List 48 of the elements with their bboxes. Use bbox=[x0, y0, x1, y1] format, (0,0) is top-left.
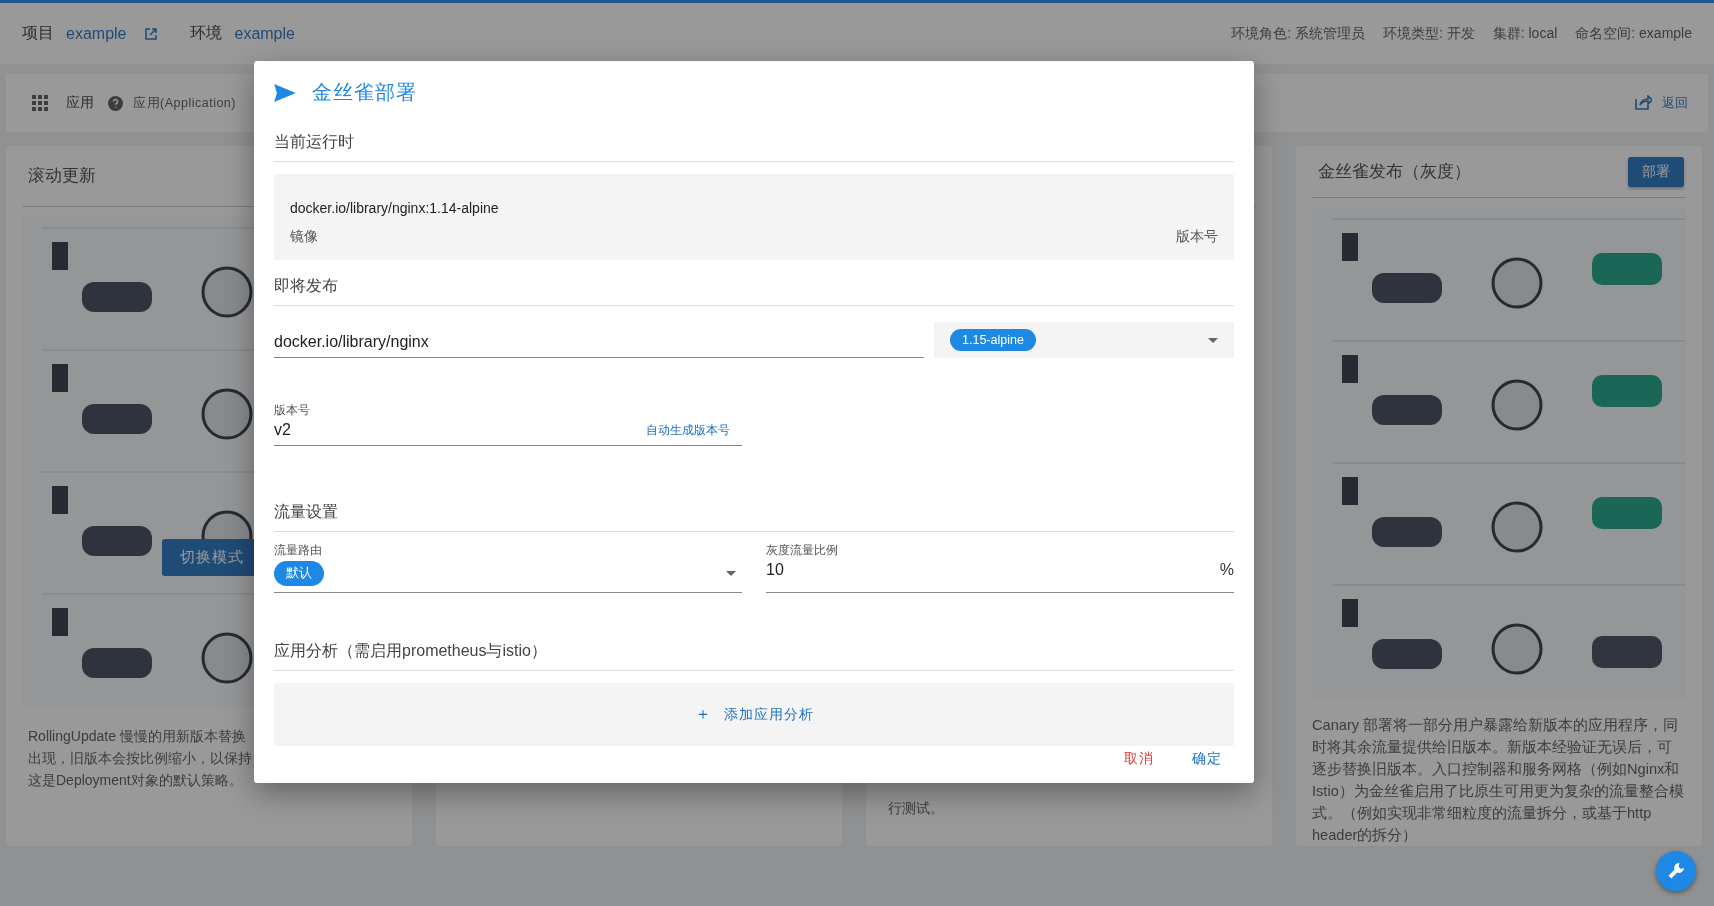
caret-icon bbox=[1208, 337, 1218, 343]
environment-info: 环境角色: 系统管理员 bbox=[1231, 24, 1365, 43]
app-title: 应用 bbox=[66, 94, 94, 112]
version-field[interactable]: 版本号 v2 自动生成版本号 bbox=[274, 402, 742, 446]
card-description: RollingUpdate 慢慢的用新版本替换 bbox=[28, 727, 247, 746]
help-text: 应用(Application) bbox=[133, 94, 236, 112]
environment-info: 环境类型: 开发 bbox=[1382, 24, 1475, 43]
environment-info: 集群: local bbox=[1492, 24, 1558, 43]
send-icon bbox=[274, 83, 296, 102]
section-heading: 当前运行时 bbox=[274, 120, 1234, 162]
card-description: 行测试。 bbox=[888, 799, 945, 818]
environment-link[interactable]: example bbox=[234, 24, 295, 43]
card-description: 这是Deployment对象的默认策略。 bbox=[28, 771, 244, 790]
tag-chip: 1.15-alpine bbox=[950, 329, 1036, 351]
cancel-button[interactable]: 取消 bbox=[1118, 746, 1160, 772]
external-link-icon[interactable] bbox=[144, 26, 159, 41]
confirm-button[interactable]: 确定 bbox=[1186, 746, 1228, 772]
version-label: 版本号 bbox=[1176, 228, 1218, 246]
section-heading: 流量设置 bbox=[274, 490, 1234, 532]
percent-suffix: % bbox=[1219, 561, 1234, 579]
share-icon[interactable] bbox=[1634, 95, 1652, 111]
image-input[interactable]: docker.io/library/nginx bbox=[274, 327, 924, 358]
route-select[interactable]: 流量路由 默认 bbox=[274, 542, 742, 593]
project-link[interactable]: example bbox=[66, 24, 127, 43]
image-name: docker.io/library/nginx:1.14-alpine bbox=[290, 200, 500, 216]
ratio-field[interactable]: 灰度流量比例 10 % bbox=[766, 542, 1234, 593]
wrench-icon bbox=[1666, 861, 1686, 881]
environment-label: 环境 bbox=[190, 23, 223, 43]
wrench-button[interactable] bbox=[1656, 851, 1696, 891]
auto-version-link[interactable]: 自动生成版本号 bbox=[646, 421, 730, 439]
card-description: Canary 部署将一部分用户暴露给新版本的应用程序，同时将其余流量提供给旧版本。新版本经验证无误后，可逐步替换旧版本。入口控制器和服务网格（例如Nginx和Istio）为金丝雀启用了比原生可用更为复杂的流量整合模式。（例如实现非常细粒度的流量拆分，或基于http header的拆分） bbox=[1312, 716, 1685, 845]
card-title: 金丝雀发布（灰度） bbox=[1318, 160, 1471, 182]
caret-icon bbox=[726, 571, 736, 576]
section-heading: 即将发布 bbox=[274, 264, 1234, 306]
tag-select[interactable]: 1.15-alpine bbox=[934, 322, 1234, 358]
image-label: 镜像 bbox=[290, 228, 318, 246]
apps-grid-icon bbox=[32, 95, 48, 111]
dialog-title: 金丝雀部署 bbox=[312, 80, 417, 105]
help-icon bbox=[108, 95, 123, 111]
deploy-button[interactable]: 部署 bbox=[1628, 156, 1684, 187]
environment-info: 命名空间: example bbox=[1575, 24, 1692, 43]
add-analysis-button[interactable]: ＋ 添加应用分析 bbox=[688, 703, 820, 726]
back-link[interactable]: 返回 bbox=[1662, 94, 1688, 112]
section-heading: 应用分析（需启用prometheus与istio） bbox=[274, 629, 1234, 671]
card-description: 出现，旧版本会按比例缩小，以保持 bbox=[28, 749, 253, 768]
route-chip: 默认 bbox=[274, 561, 324, 586]
card-title: 滚动更新 bbox=[28, 165, 96, 186]
project-label: 项目 bbox=[22, 23, 54, 43]
